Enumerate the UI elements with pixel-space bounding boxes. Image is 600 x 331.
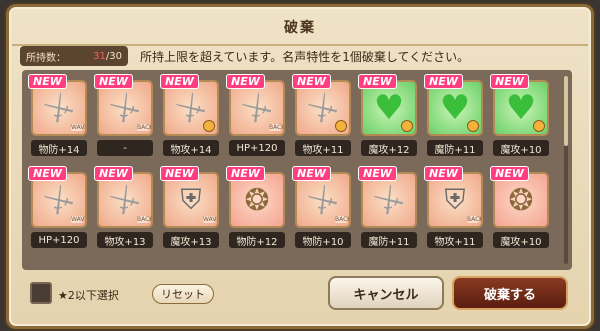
inventory-count-current: 31: [93, 50, 106, 62]
position-tag: WAVE: [71, 216, 87, 223]
position-tag: BACK: [137, 216, 153, 223]
item-grid-panel: ⚔ WAVE NEW 物防+14 ⚔ BACK NEW - ⚔ NEW 物攻+14 ⚔ BACK NEW H…: [22, 70, 572, 270]
skill-orb-icon: [401, 120, 413, 132]
position-tag: BACK: [467, 216, 483, 223]
item-stat-label: 物防+10: [295, 232, 351, 248]
position-tag: BACK: [335, 216, 351, 223]
inventory-count-max: /30: [105, 50, 122, 62]
inventory-count-label: 所持数：: [26, 52, 66, 64]
dialog-title: 破棄: [284, 20, 316, 36]
item-cell[interactable]: ⚔ BACK NEW -: [94, 74, 156, 166]
new-badge: NEW: [28, 74, 67, 89]
item-stat-label: 魔防+11: [361, 232, 417, 248]
position-tag: WAVE: [203, 216, 219, 223]
new-badge: NEW: [424, 74, 463, 89]
new-badge: NEW: [160, 166, 199, 181]
new-badge: NEW: [226, 74, 265, 89]
cancel-button[interactable]: キャンセル: [328, 276, 444, 310]
item-stat-label: HP+120: [229, 140, 285, 156]
item-stat-label: 物防+12: [229, 232, 285, 248]
new-badge: NEW: [226, 166, 265, 181]
instruction-text: 所持上限を超えています。名声特性を1個破棄してください。: [140, 50, 470, 64]
new-badge: NEW: [424, 166, 463, 181]
skill-orb-icon: [203, 120, 215, 132]
item-cell[interactable]: ⚔ WAVE NEW HP+120: [28, 166, 90, 258]
item-cell[interactable]: ⚔ BACK NEW 物攻+13: [94, 166, 156, 258]
filter-checkbox[interactable]: [30, 282, 52, 304]
footer-bar: ★2以下選択 リセット キャンセル 破棄する: [22, 276, 574, 316]
new-badge: NEW: [94, 74, 133, 89]
inventory-count: 所持数： 31 /30: [20, 46, 128, 66]
item-stat-label: 物防+14: [31, 140, 87, 156]
scrollbar[interactable]: [564, 76, 568, 264]
item-stat-label: 魔攻+13: [163, 232, 219, 248]
ring-icon: ❂: [244, 182, 270, 218]
item-cell[interactable]: ⚔ NEW 魔防+11: [358, 166, 420, 258]
new-badge: NEW: [358, 74, 397, 89]
dialog-header: 破棄: [12, 10, 588, 46]
new-badge: NEW: [490, 166, 529, 181]
item-stat-label: 魔防+11: [427, 140, 483, 156]
reset-button[interactable]: リセット: [152, 284, 214, 304]
item-stat-label: -: [97, 140, 153, 156]
item-cell[interactable]: ⛨ BACK NEW 物攻+11: [424, 166, 486, 258]
new-badge: NEW: [358, 166, 397, 181]
filter-label: ★2以下選択: [58, 289, 119, 302]
item-stat-label: 物攻+14: [163, 140, 219, 156]
item-cell[interactable]: ⛨ WAVE NEW 魔攻+13: [160, 166, 222, 258]
ring-icon: ❂: [508, 182, 534, 218]
discard-button[interactable]: 破棄する: [452, 276, 568, 310]
position-tag: BACK: [269, 124, 285, 131]
item-cell[interactable]: ♥ NEW 魔攻+12: [358, 74, 420, 166]
new-badge: NEW: [160, 74, 199, 89]
skill-orb-icon: [467, 120, 479, 132]
item-cell[interactable]: ❂ NEW 魔攻+10: [490, 166, 552, 258]
position-tag: WAVE: [71, 124, 87, 131]
position-tag: BACK: [137, 124, 153, 131]
scrollbar-thumb[interactable]: [564, 76, 568, 146]
item-stat-label: HP+120: [31, 232, 87, 248]
new-badge: NEW: [28, 166, 67, 181]
item-stat-label: 魔攻+10: [493, 140, 549, 156]
new-badge: NEW: [292, 74, 331, 89]
item-cell[interactable]: ♥ NEW 魔攻+10: [490, 74, 552, 166]
skill-orb-icon: [533, 120, 545, 132]
item-stat-label: 物攻+13: [97, 232, 153, 248]
item-cell[interactable]: ⚔ BACK NEW 物防+10: [292, 166, 354, 258]
item-stat-label: 物攻+11: [295, 140, 351, 156]
item-cell[interactable]: ♥ NEW 魔防+11: [424, 74, 486, 166]
item-cell[interactable]: ❂ NEW 物防+12: [226, 166, 288, 258]
item-cell[interactable]: ⚔ WAVE NEW 物防+14: [28, 74, 90, 166]
item-grid: ⚔ WAVE NEW 物防+14 ⚔ BACK NEW - ⚔ NEW 物攻+14 ⚔ BACK NEW H…: [28, 74, 552, 258]
item-cell[interactable]: ⚔ NEW 物攻+14: [160, 74, 222, 166]
item-stat-label: 魔攻+10: [493, 232, 549, 248]
new-badge: NEW: [292, 166, 331, 181]
new-badge: NEW: [490, 74, 529, 89]
item-stat-label: 物攻+11: [427, 232, 483, 248]
skill-orb-icon: [335, 120, 347, 132]
new-badge: NEW: [94, 166, 133, 181]
item-cell[interactable]: ⚔ BACK NEW HP+120: [226, 74, 288, 166]
item-stat-label: 魔攻+12: [361, 140, 417, 156]
item-cell[interactable]: ⚔ NEW 物攻+11: [292, 74, 354, 166]
